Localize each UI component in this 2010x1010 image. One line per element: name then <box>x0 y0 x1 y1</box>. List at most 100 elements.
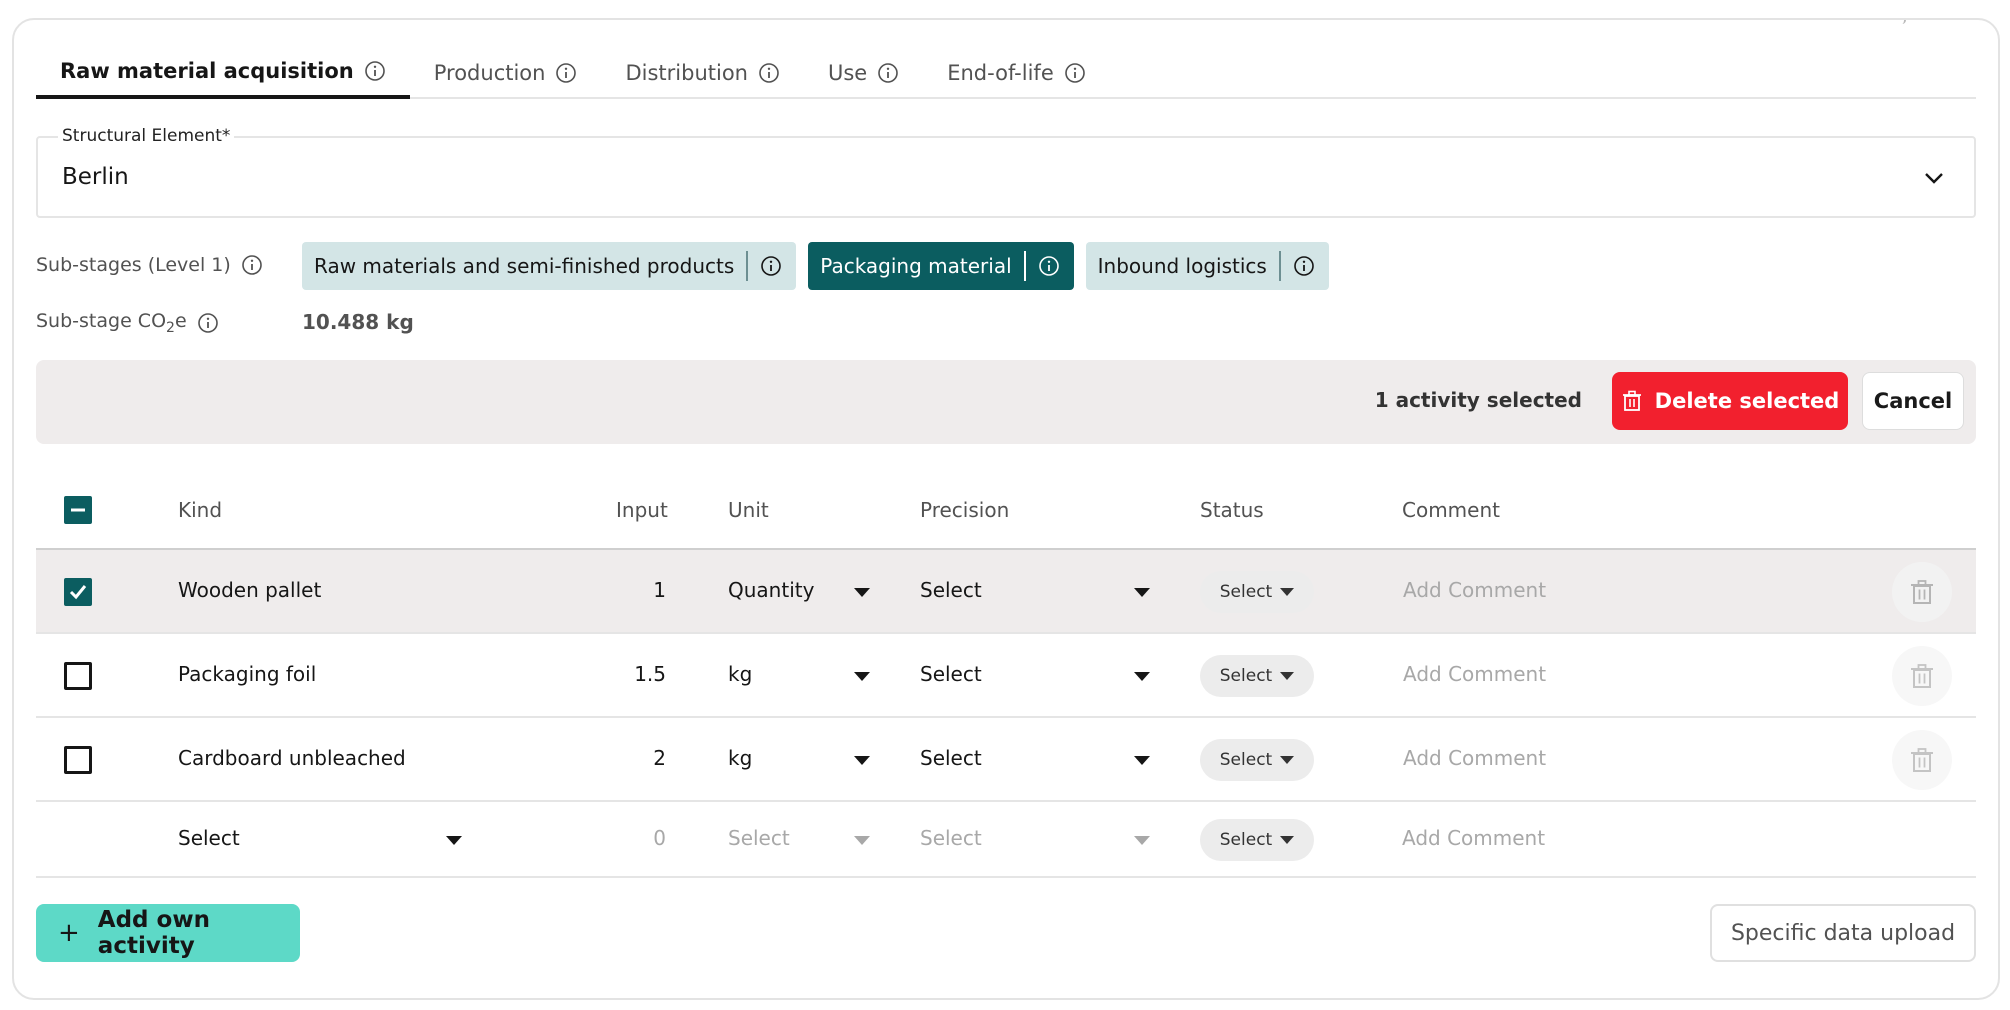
activities-table: Kind Input Unit Precision Status Comment… <box>36 474 1976 878</box>
caret-down-icon[interactable] <box>446 836 462 845</box>
row-precision-select[interactable]: Select <box>920 746 982 770</box>
new-unit-select[interactable]: Select <box>728 826 790 850</box>
substage-chip-raw-materials[interactable]: Raw materials and semi-finished products <box>302 242 797 290</box>
row-status-select[interactable]: Select <box>1200 655 1314 697</box>
info-icon[interactable] <box>760 255 782 277</box>
row-precision-select[interactable]: Select <box>920 578 982 602</box>
header-kind[interactable]: Kind <box>178 498 222 522</box>
header-unit[interactable]: Unit <box>728 498 769 522</box>
new-precision-select[interactable]: Select <box>920 826 982 850</box>
status-label: Select <box>1219 750 1273 770</box>
header-comment[interactable]: Comment <box>1402 498 1500 522</box>
info-icon[interactable] <box>241 254 263 276</box>
add-own-activity-button[interactable]: + Add own activity <box>36 904 300 962</box>
info-icon[interactable] <box>1064 62 1086 84</box>
info-icon[interactable] <box>1038 255 1060 277</box>
row-delete-button[interactable] <box>1892 646 1952 706</box>
row-delete-button[interactable] <box>1892 562 1952 622</box>
row-unit-select[interactable]: kg <box>728 662 752 686</box>
delete-selected-label: Delete selected <box>1654 389 1840 413</box>
trash-icon <box>1622 390 1641 411</box>
header-precision[interactable]: Precision <box>920 498 1009 522</box>
tab-raw-material-acquisition[interactable]: Raw material acquisition <box>36 46 410 99</box>
row-unit-select[interactable]: kg <box>728 746 752 770</box>
tab-label: Use <box>827 60 868 85</box>
caret-down-icon[interactable] <box>854 836 870 845</box>
new-activity-row[interactable]: Select 0 Select Select Select Add Commen… <box>36 802 1976 878</box>
row-kind: Packaging foil <box>178 662 317 686</box>
table-row[interactable]: Packaging foil 1.5 kg Select Select Add … <box>36 634 1976 718</box>
delete-selected-button[interactable]: Delete selected <box>1612 372 1848 430</box>
table-row[interactable]: Cardboard unbleached 2 kg Select Select … <box>36 718 1976 802</box>
co2-label-row: Sub-stage CO2e <box>36 310 219 336</box>
select-all-checkbox[interactable] <box>64 496 92 524</box>
row-precision-select[interactable]: Select <box>920 662 982 686</box>
info-icon[interactable] <box>555 62 577 84</box>
header-status[interactable]: Status <box>1200 498 1264 522</box>
new-comment-input[interactable]: Add Comment <box>1402 826 1545 850</box>
structural-element-value: Berlin <box>62 164 129 190</box>
new-input[interactable]: 0 <box>586 826 666 850</box>
caret-down-icon[interactable] <box>1134 588 1150 597</box>
chip-divider <box>746 251 749 281</box>
substage-chip-packaging-material[interactable]: Packaging material <box>808 242 1074 290</box>
caret-down-icon <box>1280 672 1295 680</box>
cancel-button[interactable]: Cancel <box>1862 372 1964 430</box>
caret-down-icon[interactable] <box>1134 672 1150 681</box>
tab-distribution[interactable]: Distribution <box>601 46 804 99</box>
info-icon[interactable] <box>758 62 780 84</box>
info-icon[interactable] <box>197 312 219 334</box>
tab-label: End-of-life <box>947 60 1054 85</box>
trash-icon <box>1911 748 1933 772</box>
info-icon[interactable] <box>1293 255 1315 277</box>
status-label: Select <box>1219 666 1273 686</box>
caret-down-icon[interactable] <box>854 756 870 765</box>
substage-chip-inbound-logistics[interactable]: Inbound logistics <box>1085 242 1329 290</box>
row-comment-input[interactable]: Add Comment <box>1403 578 1546 602</box>
chevron-down-icon <box>1925 173 1943 184</box>
new-kind-select[interactable]: Select <box>178 826 240 850</box>
row-checkbox[interactable] <box>64 578 92 606</box>
plus-icon: + <box>58 918 80 948</box>
info-icon[interactable] <box>364 60 386 82</box>
co2-value: 10.488 kg <box>302 310 414 334</box>
add-own-activity-label: Add own activity <box>97 907 210 959</box>
tab-use[interactable]: Use <box>804 46 923 99</box>
caret-down-icon[interactable] <box>1134 836 1150 845</box>
row-input[interactable]: 2 <box>586 746 666 770</box>
header-input[interactable]: Input <box>616 498 668 522</box>
row-comment-input[interactable]: Add Comment <box>1403 662 1546 686</box>
trash-icon <box>1911 580 1933 604</box>
row-delete-button[interactable] <box>1892 730 1952 790</box>
tab-production[interactable]: Production <box>410 46 602 99</box>
tab-label: Distribution <box>625 60 748 85</box>
row-unit-select[interactable]: Quantity <box>728 578 814 602</box>
checkbox-checked-icon <box>69 585 87 600</box>
tab-label: Production <box>433 60 546 85</box>
structural-element-label: Structural Element* <box>58 126 235 146</box>
substage-chips: Raw materials and semi-finished products… <box>302 242 1329 290</box>
trash-icon <box>1911 664 1933 688</box>
caret-down-icon[interactable] <box>1134 756 1150 765</box>
status-label: Select <box>1219 830 1273 850</box>
row-input[interactable]: 1 <box>586 578 666 602</box>
row-status-select[interactable]: Select <box>1200 571 1314 613</box>
table-row[interactable]: Wooden pallet 1 Quantity Select Select A… <box>36 550 1976 634</box>
chip-label: Packaging material <box>820 254 1012 278</box>
specific-data-upload-button[interactable]: Specific data upload <box>1710 904 1976 962</box>
row-checkbox[interactable] <box>64 746 92 774</box>
row-checkbox[interactable] <box>64 662 92 690</box>
row-status-select[interactable]: Select <box>1200 739 1314 781</box>
row-input[interactable]: 1.5 <box>586 662 666 686</box>
caret-down-icon[interactable] <box>854 588 870 597</box>
tab-end-of-life[interactable]: End-of-life <box>923 46 1110 99</box>
structural-element-select[interactable]: Structural Element* Berlin <box>36 126 1976 218</box>
caret-down-icon[interactable] <box>854 672 870 681</box>
corner-mark <box>1892 20 1906 24</box>
caret-down-icon <box>1280 588 1295 596</box>
row-comment-input[interactable]: Add Comment <box>1403 746 1546 770</box>
info-icon[interactable] <box>877 62 899 84</box>
substages-label: Sub-stages (Level 1) <box>36 254 231 276</box>
new-status-select[interactable]: Select <box>1200 819 1314 861</box>
chip-label: Inbound logistics <box>1097 254 1267 278</box>
